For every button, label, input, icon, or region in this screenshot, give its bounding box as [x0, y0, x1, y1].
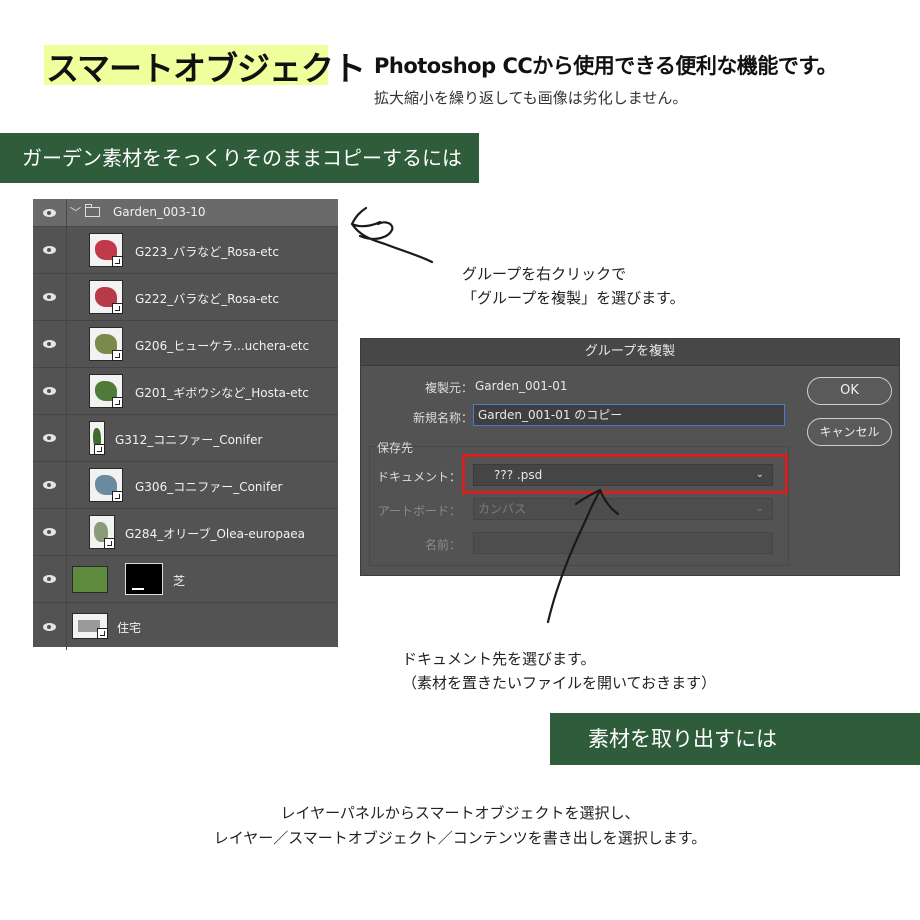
- annotation-arrows: [350, 206, 620, 624]
- arrow-to-group: [350, 206, 434, 264]
- arrow-to-document: [546, 488, 620, 624]
